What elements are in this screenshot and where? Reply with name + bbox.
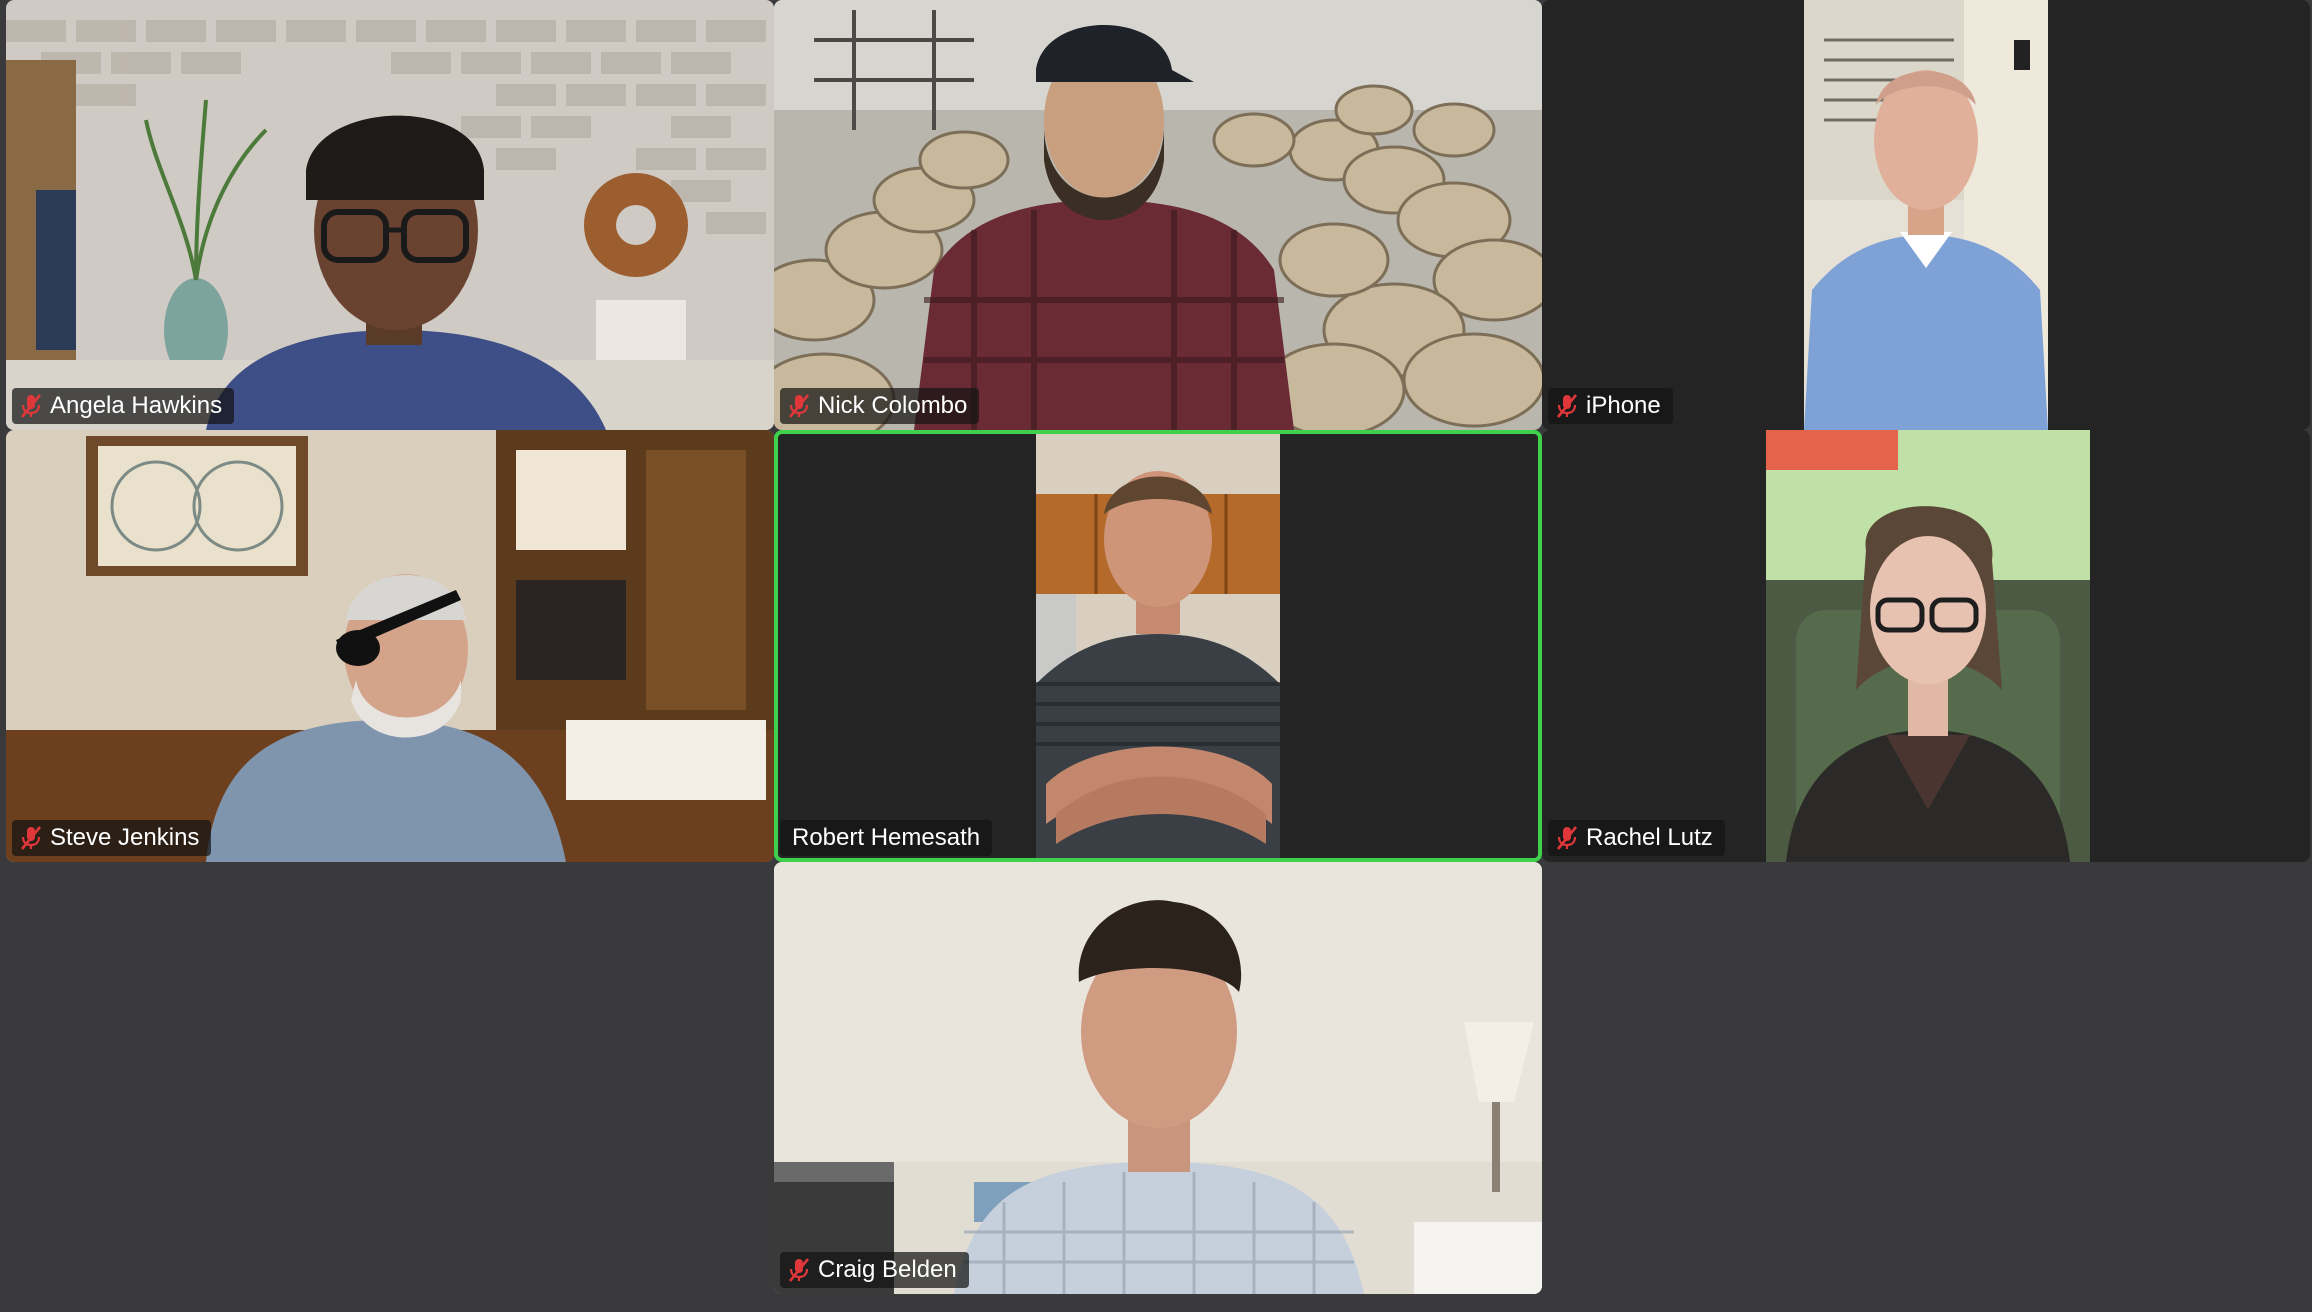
participant-tile-nick[interactable]: Nick Colombo — [774, 0, 1542, 430]
participant-name: Angela Hawkins — [50, 392, 223, 419]
participant-tile-rachel[interactable]: Rachel Lutz — [1542, 430, 2310, 862]
mic-muted-icon — [20, 825, 42, 851]
participant-name: Nick Colombo — [818, 392, 968, 419]
name-label: Rachel Lutz — [1548, 820, 1725, 856]
participant-tile-angela[interactable]: Angela Hawkins — [6, 0, 774, 430]
participant-name: Robert Hemesath — [792, 824, 981, 851]
video-feed-iphone — [1804, 0, 2048, 430]
name-label: Craig Belden — [780, 1252, 969, 1288]
name-label: Angela Hawkins — [12, 388, 235, 424]
video-feed-nick — [774, 0, 1542, 430]
participant-name: iPhone — [1586, 392, 1661, 419]
video-feed-angela — [6, 0, 774, 430]
participant-tile-steve[interactable]: Steve Jenkins — [6, 430, 774, 862]
name-label: Robert Hemesath — [780, 820, 993, 856]
name-label: iPhone — [1548, 388, 1673, 424]
name-label: Steve Jenkins — [12, 820, 212, 856]
video-feed-craig — [774, 862, 1542, 1294]
video-feed-rachel — [1766, 430, 2090, 862]
participant-tile-robert[interactable]: Robert Hemesath — [774, 430, 1542, 862]
video-feed-robert — [1036, 434, 1280, 858]
mic-muted-icon — [1556, 825, 1578, 851]
participant-tile-craig[interactable]: Craig Belden — [774, 862, 1542, 1294]
mic-muted-icon — [1556, 393, 1578, 419]
participant-tile-iphone[interactable]: iPhone — [1542, 0, 2310, 430]
mic-muted-icon — [788, 1257, 810, 1283]
participant-name: Craig Belden — [818, 1256, 957, 1283]
mic-muted-icon — [20, 393, 42, 419]
participant-name: Steve Jenkins — [50, 824, 200, 851]
gallery-view: Angela Hawkins Nick Colombo iPhone Steve… — [0, 0, 2312, 1312]
mic-muted-icon — [788, 393, 810, 419]
participant-name: Rachel Lutz — [1586, 824, 1713, 851]
video-feed-steve — [6, 430, 774, 862]
name-label: Nick Colombo — [780, 388, 980, 424]
